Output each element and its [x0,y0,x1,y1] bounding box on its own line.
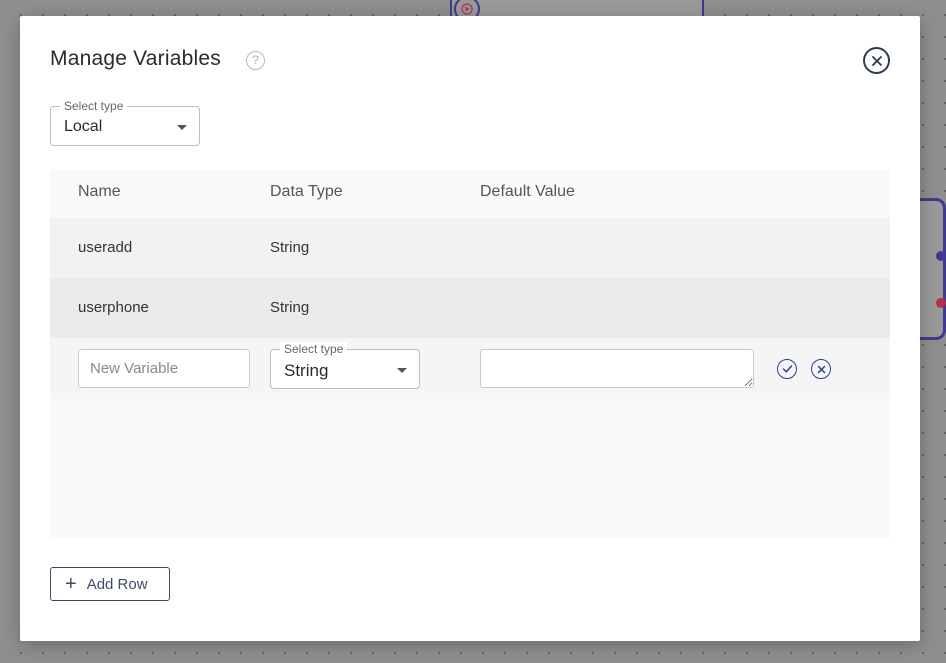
modal-title: Manage Variables [50,47,221,70]
manage-variables-modal: Manage Variables ? Select type Local Nam… [20,16,920,641]
plus-icon: + [65,573,77,595]
chevron-down-icon [177,125,187,130]
new-variable-name-input[interactable] [78,349,250,388]
connector-dot [936,251,946,261]
select-type-value: String [284,361,329,380]
column-header-default-value: Default Value [480,183,575,200]
table-row[interactable]: userphone String [50,278,890,338]
variable-name: userphone [78,299,149,316]
confirm-check-icon[interactable] [777,359,797,379]
new-variable-default-value-field[interactable] [480,349,754,388]
variables-table: Name Data Type Default Value useradd Str… [50,170,890,538]
cancel-close-icon[interactable] [811,359,831,379]
add-row-label: Add Row [86,575,148,593]
select-type-value: Local [64,118,103,135]
variable-name: useradd [78,239,133,256]
variable-data-type: String [270,239,310,256]
column-header-name: Name [78,183,121,200]
chevron-down-icon [397,368,407,373]
close-icon[interactable] [863,47,890,74]
connector-dot [936,298,946,308]
new-variable-row: Select type String [50,338,890,399]
new-variable-type-select[interactable]: Select type String [270,342,420,389]
column-header-data-type: Data Type [270,183,343,200]
add-row-button[interactable]: + Add Row [50,567,170,601]
variable-data-type: String [270,299,310,316]
help-icon[interactable]: ? [246,51,265,70]
table-row[interactable]: useradd String [50,218,890,278]
variable-type-select[interactable]: Select type Local [50,99,200,146]
select-type-label: Select type [280,342,348,356]
select-type-label: Select type [60,99,128,113]
